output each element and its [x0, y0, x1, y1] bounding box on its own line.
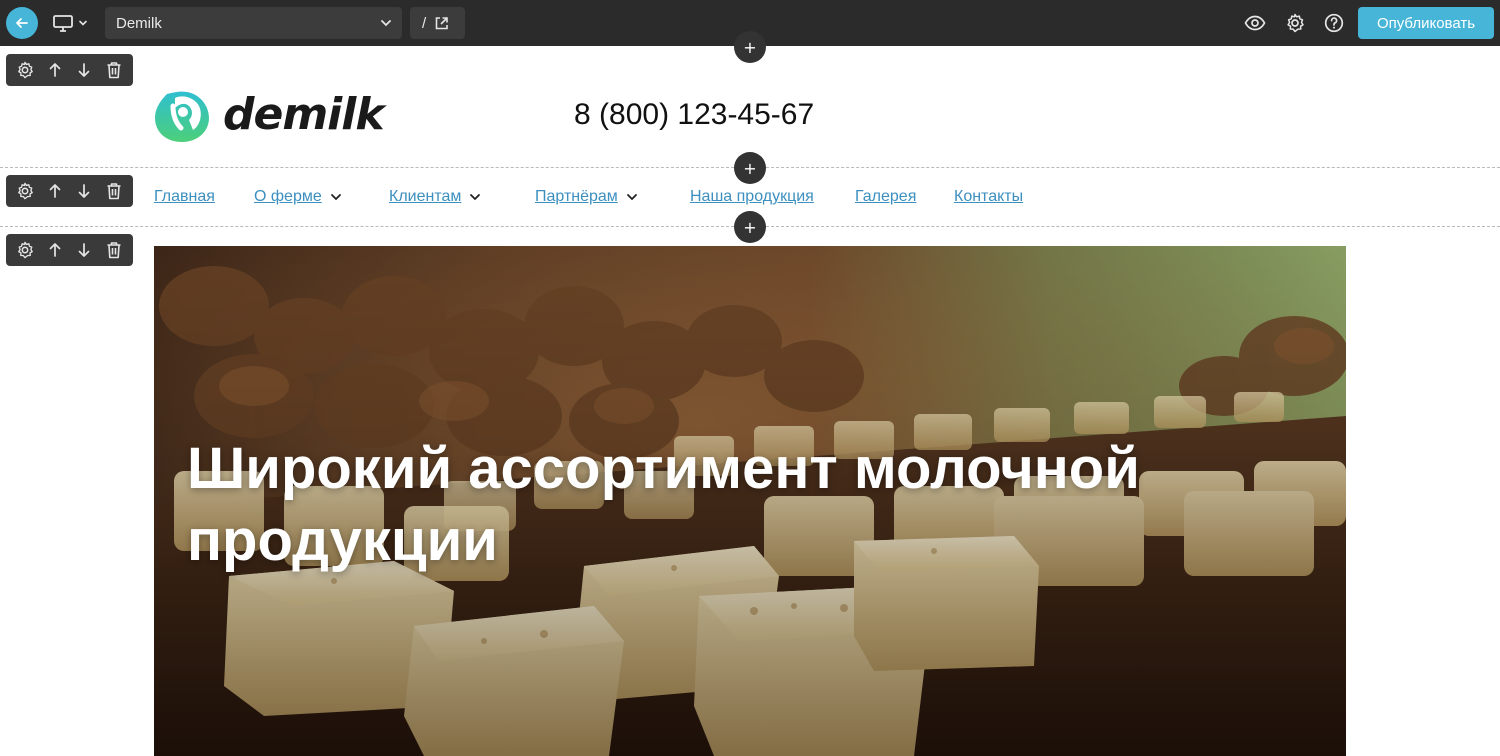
external-link-icon [435, 16, 448, 29]
chevron-down-icon [330, 191, 342, 203]
preview-button[interactable] [1243, 11, 1267, 35]
device-switcher[interactable] [52, 11, 92, 35]
nav-item-about-farm[interactable]: О ферме [254, 188, 389, 206]
nav-item-label: Клиентам [389, 188, 462, 205]
delete-block-button[interactable] [102, 238, 126, 262]
arrow-up-icon [49, 243, 60, 257]
delete-block-button[interactable] [102, 179, 126, 203]
block-toolbar-nav [6, 175, 133, 207]
eye-icon [1244, 15, 1266, 31]
block-settings-button[interactable] [13, 238, 37, 262]
block-toolbar-hero [6, 234, 133, 266]
move-down-button[interactable] [72, 179, 96, 203]
nav-item-clients[interactable]: Клиентам [389, 188, 535, 206]
chevron-down-icon [626, 191, 638, 203]
publish-button[interactable]: Опубликовать [1358, 7, 1494, 39]
help-icon [1324, 13, 1344, 33]
move-up-button[interactable] [43, 238, 67, 262]
block-settings-button[interactable] [13, 58, 37, 82]
move-up-button[interactable] [43, 58, 67, 82]
nav-item-label: Партнёрам [535, 188, 618, 205]
hero-banner[interactable]: Широкий ассортимент молочной продукции [154, 246, 1346, 756]
delete-block-button[interactable] [102, 58, 126, 82]
nav-item-label: Главная [154, 188, 215, 205]
nav-item-home[interactable]: Главная [154, 188, 254, 206]
nav-item-products[interactable]: Наша продукция [690, 188, 855, 206]
trash-icon [107, 242, 121, 259]
back-button[interactable] [6, 7, 38, 39]
gear-icon [17, 61, 33, 79]
add-block-button[interactable]: + [734, 31, 766, 63]
move-up-button[interactable] [43, 179, 67, 203]
desktop-icon [53, 15, 73, 32]
nav-item-label: Контакты [954, 188, 1024, 205]
block-settings-button[interactable] [13, 179, 37, 203]
settings-button[interactable] [1283, 11, 1307, 35]
nav-item-label: Наша продукция [690, 188, 814, 205]
header-phone[interactable]: 8 (800) 123-45-67 [574, 98, 814, 132]
nav-item-label: О ферме [254, 188, 322, 205]
move-down-button[interactable] [72, 238, 96, 262]
trash-icon [107, 183, 121, 200]
arrow-up-icon [49, 184, 60, 198]
chevron-down-icon [79, 20, 87, 26]
add-block-button[interactable]: + [734, 152, 766, 184]
main-nav: Главная О ферме Клиентам Партнёрам Наша … [154, 186, 1023, 208]
gear-icon [17, 182, 33, 200]
nav-item-partners[interactable]: Партнёрам [535, 188, 690, 206]
hero-title-line-1: Широкий ассортимент молочной [187, 436, 1140, 501]
logo-text: demilk [223, 88, 385, 140]
site-select[interactable]: Demilk [105, 7, 402, 39]
trash-icon [107, 62, 121, 79]
back-arrow-icon [16, 18, 28, 28]
nav-item-label: Галерея [855, 188, 917, 205]
chevron-down-icon [381, 20, 391, 27]
arrow-down-icon [79, 243, 90, 257]
arrow-down-icon [79, 184, 90, 198]
chevron-down-icon [469, 191, 481, 203]
gear-icon [17, 241, 33, 259]
milk-jug-logo-icon [155, 91, 209, 142]
arrow-up-icon [49, 63, 60, 77]
site-select-value: Demilk [116, 14, 162, 32]
open-page-button[interactable] [434, 16, 449, 31]
nav-item-contacts[interactable]: Контакты [954, 188, 1023, 206]
hero-title: Широкий ассортимент молочной продукции [187, 433, 1187, 577]
add-block-button[interactable]: + [734, 211, 766, 243]
help-button[interactable] [1322, 11, 1346, 35]
page-path-text: / [422, 14, 427, 32]
move-down-button[interactable] [72, 58, 96, 82]
arrow-down-icon [79, 63, 90, 77]
gear-icon [1287, 13, 1304, 33]
site-logo[interactable]: demilk [153, 84, 385, 144]
block-toolbar-header [6, 54, 133, 86]
nav-item-gallery[interactable]: Галерея [855, 188, 954, 206]
page-path: / [410, 7, 465, 39]
hero-title-line-2: продукции [187, 508, 498, 573]
